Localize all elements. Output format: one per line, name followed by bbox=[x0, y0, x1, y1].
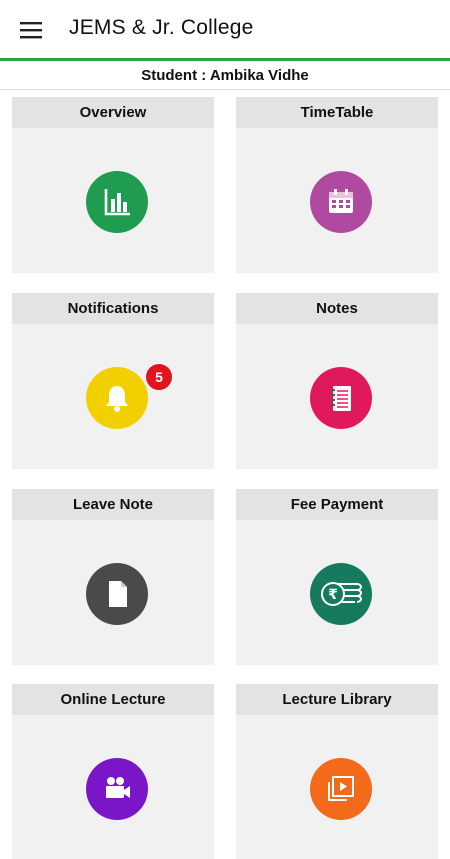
tile-notifications[interactable]: Notifications 5 bbox=[12, 293, 214, 468]
bar-chart-icon bbox=[86, 171, 148, 233]
tile-lecture-library[interactable]: Lecture Library bbox=[236, 684, 438, 859]
video-camera-icon bbox=[86, 758, 148, 820]
notification-count-badge: 5 bbox=[145, 363, 173, 391]
app-title: JEMS & Jr. College bbox=[69, 16, 254, 39]
tile-label: Online Lecture bbox=[12, 684, 214, 715]
hamburger-menu-icon[interactable] bbox=[18, 16, 46, 44]
app-bar: JEMS & Jr. College bbox=[0, 0, 450, 61]
document-icon bbox=[86, 563, 148, 625]
tile-leave-note[interactable]: Leave Note bbox=[12, 489, 214, 664]
tile-online-lecture[interactable]: Online Lecture bbox=[12, 684, 214, 859]
tile-label: Lecture Library bbox=[236, 684, 438, 715]
rupee-coins-icon: ₹ bbox=[310, 563, 372, 625]
tile-overview[interactable]: Overview bbox=[12, 97, 214, 272]
tile-notes[interactable]: Notes bbox=[236, 293, 438, 468]
student-name: Student : Ambika Vidhe bbox=[0, 63, 450, 90]
tile-fee-payment[interactable]: Fee Payment ₹ bbox=[236, 489, 438, 664]
svg-text:₹: ₹ bbox=[328, 587, 338, 603]
tile-label: Notes bbox=[236, 293, 438, 324]
calendar-icon bbox=[310, 171, 372, 233]
notebook-icon bbox=[310, 367, 372, 429]
tile-label: Notifications bbox=[12, 293, 214, 324]
video-library-icon bbox=[310, 758, 372, 820]
tile-label: TimeTable bbox=[236, 97, 438, 128]
tile-timetable[interactable]: TimeTable bbox=[236, 97, 438, 272]
tile-label: Fee Payment bbox=[236, 489, 438, 520]
bell-icon bbox=[86, 367, 148, 429]
tile-label: Overview bbox=[12, 97, 214, 128]
tile-label: Leave Note bbox=[12, 489, 214, 520]
